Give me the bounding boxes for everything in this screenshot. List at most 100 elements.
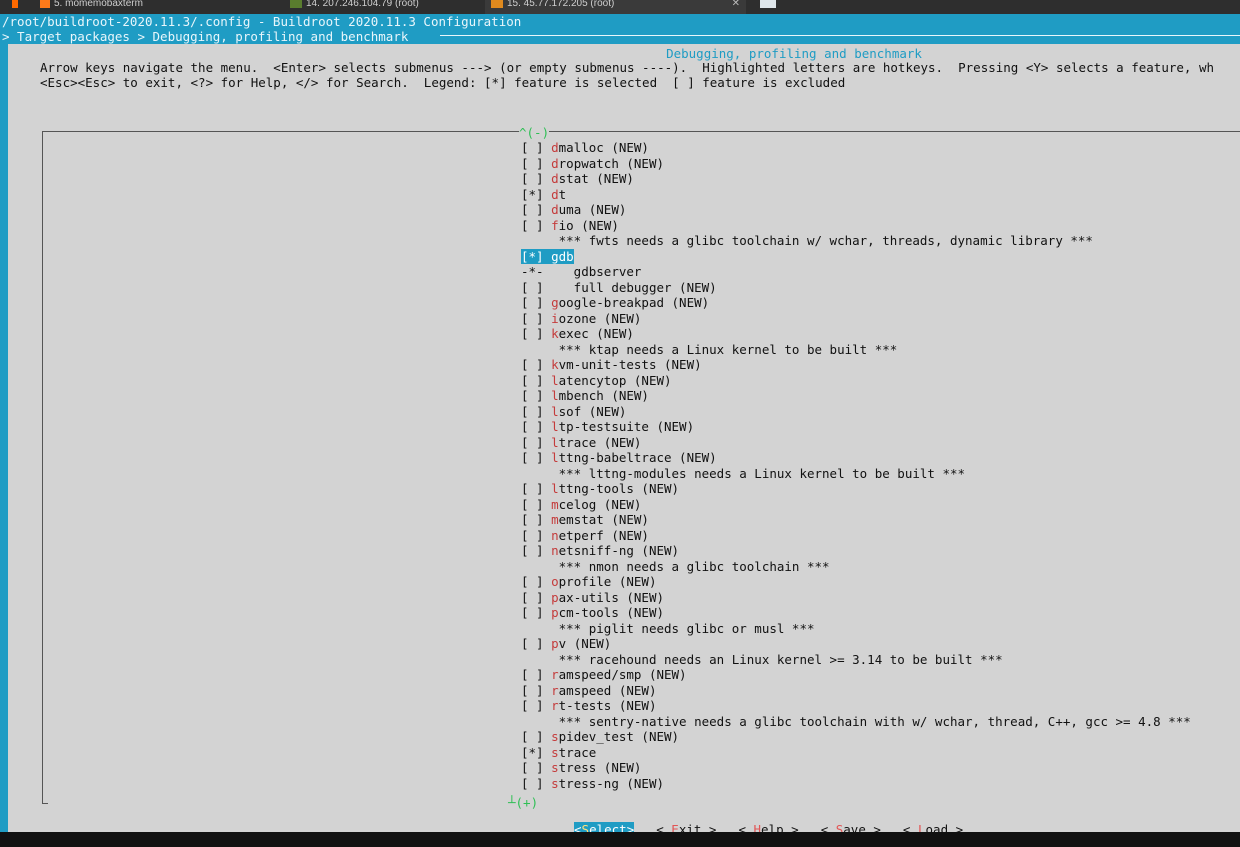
menu-item-hotkey: s [551, 729, 559, 744]
breadcrumb: > Target packages > Debugging, profiling… [2, 29, 409, 44]
menu-item[interactable]: -*- gdbserver [521, 264, 1191, 280]
box-corner [42, 803, 48, 805]
tab-session-14[interactable]: 14. 207.246.104.79 (root) [290, 0, 419, 14]
menu-item-label: trace (NEW) [558, 434, 642, 450]
menu-item-content: *** ktap needs a Linux kernel to be buil… [521, 342, 898, 357]
menu-list: [ ] dmalloc (NEW)[ ] dropwatch (NEW)[ ] … [521, 140, 1191, 791]
menu-item-label: ttng-tools (NEW) [558, 481, 680, 496]
menu-item[interactable]: [ ] pax-utils (NEW) [521, 590, 1191, 606]
menu-item[interactable]: [ ] oprofile (NEW) [521, 574, 1191, 590]
menu-item-hotkey: g [551, 248, 559, 264]
menu-item-content: [ ] netsniff-ng (NEW) [521, 543, 679, 558]
menu-item-mark: [ ] [521, 403, 544, 419]
menu-item[interactable]: [ ] google-breakpad (NEW) [521, 295, 1191, 311]
close-icon[interactable]: ✕ [732, 0, 740, 9]
menu-item-content: [ ] memstat (NEW) [521, 512, 649, 527]
menu-item-mark: [ ] [521, 574, 544, 589]
tab-label: 15. 45.77.172.205 (root) [507, 0, 615, 9]
menu-item-hotkey: r [551, 667, 559, 682]
menu-item-label: cm-tools (NEW) [558, 605, 664, 620]
menu-item[interactable]: [ ] stress-ng (NEW) [521, 776, 1191, 792]
tab-session-15[interactable]: 15. 45.77.172.205 (root) ✕ [485, 0, 746, 14]
menu-item-mark [521, 621, 544, 636]
menu-item[interactable]: [ ] netsniff-ng (NEW) [521, 543, 1191, 559]
menu-item-mark: [ ] [521, 155, 544, 171]
menu-item[interactable]: [ ] kvm-unit-tests (NEW) [521, 357, 1191, 373]
menu-item[interactable]: [ ] mcelog (NEW) [521, 497, 1191, 513]
menu-item[interactable]: [ ] ramspeed (NEW) [521, 683, 1191, 699]
menu-item-label: vm-unit-tests (NEW) [558, 357, 702, 372]
menu-item-label: etperf (NEW) [558, 527, 649, 543]
menu-item-hotkey: l [551, 388, 559, 403]
menu-item[interactable]: [ ] stress (NEW) [521, 760, 1191, 776]
menu-item-content: [*] gdb [521, 248, 574, 264]
menu-item[interactable]: [ ] dmalloc (NEW) [521, 140, 1191, 156]
menu-item-content: *** fwts needs a glibc toolchain w/ wcha… [521, 233, 1093, 248]
menu-item[interactable]: [ ] latencytop (NEW) [521, 373, 1191, 389]
menu-item-mark: [ ] [521, 372, 544, 388]
menu-item-content: *** lttng-modules needs a Linux kernel t… [521, 466, 965, 481]
help-text-line-1: Arrow keys navigate the menu. <Enter> se… [40, 60, 1214, 75]
menu-item[interactable]: [*] gdb [521, 248, 1191, 265]
menu-item[interactable]: [ ] ltp-testsuite (NEW) [521, 419, 1191, 435]
menu-item-mark: [ ] [521, 698, 544, 713]
menu-item-mark: [ ] [521, 667, 544, 682]
menu-item[interactable]: [ ] lttng-babeltrace (NEW) [521, 450, 1191, 466]
menu-item[interactable]: [*] dt [521, 187, 1191, 203]
menu-item-hotkey: s [551, 760, 559, 775]
menu-item-mark: [ ] [521, 279, 544, 295]
menu-item[interactable]: [ ] ramspeed/smp (NEW) [521, 667, 1191, 683]
menu-item-content: [ ] spidev_test (NEW) [521, 729, 679, 744]
menu-item-content: [ ] pv (NEW) [521, 636, 611, 651]
menu-item-content: [ ] lttng-tools (NEW) [521, 481, 679, 496]
menu-item-content: [ ] lttng-babeltrace (NEW) [521, 450, 717, 465]
menu-item-mark: [ ] [521, 543, 544, 558]
menu-item-content: [ ] kexec (NEW) [521, 326, 634, 341]
menu-item[interactable]: [*] strace [521, 745, 1191, 761]
terminal[interactable]: /root/buildroot-2020.11.3/.config - Buil… [0, 14, 1240, 847]
tab-session-5[interactable]: 5. momemobaxterm [40, 0, 143, 14]
menu-item[interactable]: [ ] iozone (NEW) [521, 311, 1191, 327]
menu-item-hotkey: k [551, 326, 559, 341]
menu-item-mark: [ ] [521, 419, 544, 434]
menu-item[interactable]: [ ] memstat (NEW) [521, 512, 1191, 528]
new-tab-button[interactable] [760, 0, 776, 8]
menu-item[interactable]: [ ] netperf (NEW) [521, 528, 1191, 544]
menu-item-label: amspeed/smp (NEW) [558, 667, 687, 682]
menu-item-mark: [ ] [521, 729, 544, 744]
menu-item[interactable]: [ ] dstat (NEW) [521, 171, 1191, 187]
menu-item[interactable]: [ ] dropwatch (NEW) [521, 156, 1191, 172]
scroll-down-indicator[interactable]: ┴(+) [508, 795, 538, 810]
menu-item[interactable]: [ ] duma (NEW) [521, 202, 1191, 218]
menu-item-mark [521, 559, 544, 574]
menu-item-label: sof (NEW) [558, 403, 627, 419]
scroll-up-indicator[interactable]: ^(-) [519, 125, 550, 140]
menu-item-label: *** sentry-native needs a glibc toolchai… [551, 713, 1191, 729]
menu-item[interactable]: [ ] fio (NEW) [521, 218, 1191, 234]
menu-item[interactable]: [ ] pcm-tools (NEW) [521, 605, 1191, 621]
menu-item-label: v (NEW) [558, 636, 612, 651]
menu-item-hotkey: d [551, 202, 559, 217]
menu-item[interactable]: [ ] kexec (NEW) [521, 326, 1191, 342]
menu-item[interactable]: [ ] lsof (NEW) [521, 404, 1191, 420]
menu-item-hotkey: l [551, 450, 559, 465]
menu-item[interactable]: [ ] ltrace (NEW) [521, 435, 1191, 451]
menu-item[interactable]: [ ] spidev_test (NEW) [521, 729, 1191, 745]
menu-item-content: *** piglit needs glibc or musl *** [521, 621, 815, 636]
menu-item[interactable]: [ ] rt-tests (NEW) [521, 698, 1191, 714]
menu-item-label: *** lttng-modules needs a Linux kernel t… [551, 465, 966, 481]
menu-item-content: [ ] pax-utils (NEW) [521, 590, 664, 605]
menu-item-mark: [ ] [521, 636, 544, 651]
menu-item[interactable]: [ ] lmbench (NEW) [521, 388, 1191, 404]
terminal-icon [491, 0, 503, 8]
menu-item-hotkey: l [551, 403, 559, 419]
menu-item[interactable]: [ ] lttng-tools (NEW) [521, 481, 1191, 497]
menu-item-content: [ ] ramspeed/smp (NEW) [521, 667, 687, 682]
menu-item-mark [521, 652, 544, 667]
menu-item-content: [ ] duma (NEW) [521, 202, 626, 217]
menu-item[interactable]: [ ] pv (NEW) [521, 636, 1191, 652]
menu-item-label: emstat (NEW) [558, 512, 649, 527]
menu-item[interactable]: [ ] full debugger (NEW) [521, 280, 1191, 296]
menu-item-content: [ ] dmalloc (NEW) [521, 140, 649, 155]
menu-item-content: [ ] oprofile (NEW) [521, 574, 656, 589]
